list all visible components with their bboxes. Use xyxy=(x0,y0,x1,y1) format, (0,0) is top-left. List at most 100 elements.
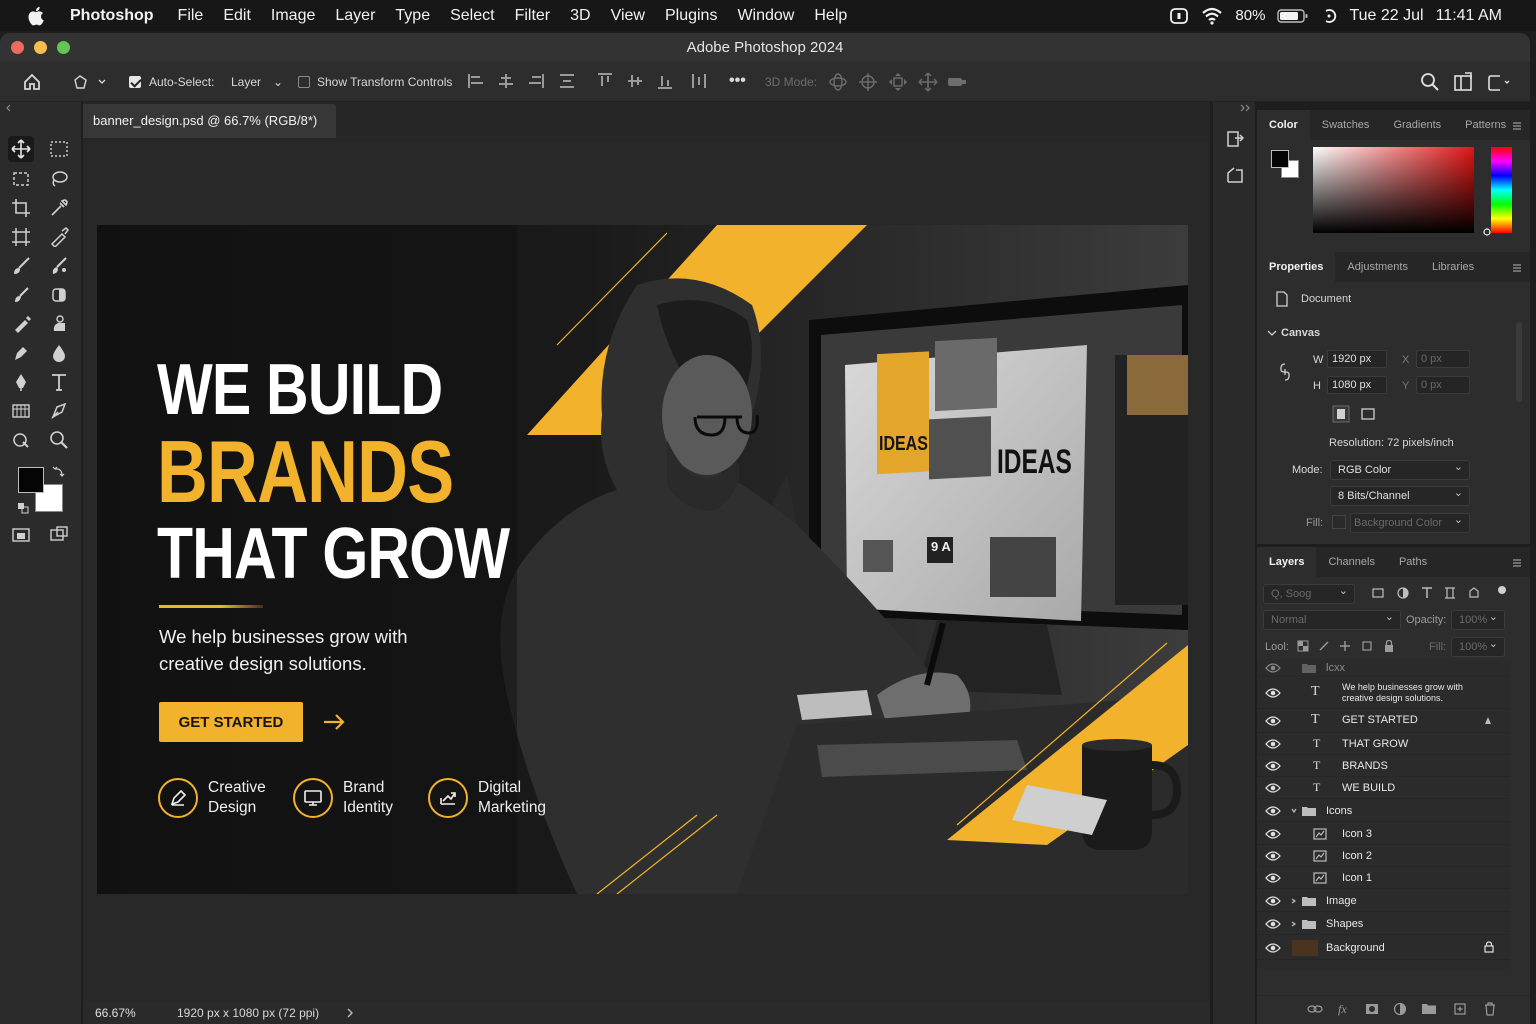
opacity-field[interactable]: 100% xyxy=(1451,608,1505,630)
menubar-time[interactable]: 11:41 AM xyxy=(1436,7,1502,25)
lock-artboard-icon[interactable] xyxy=(1361,640,1373,652)
menu-3d[interactable]: 3D xyxy=(570,7,590,25)
layer-row-background[interactable]: Background xyxy=(1257,936,1510,960)
visibility-eye-icon[interactable] xyxy=(1265,942,1281,954)
auto-select-target-dropdown[interactable]: Layer ⌄ xyxy=(231,75,283,89)
default-colors-icon[interactable] xyxy=(17,502,29,514)
move-tool-preset-icon[interactable] xyxy=(72,72,106,92)
layer-row-icons-group[interactable]: Icons xyxy=(1257,800,1510,822)
visibility-eye-icon[interactable] xyxy=(1265,805,1281,817)
menubar-date[interactable]: Tue 22 Jul xyxy=(1349,7,1423,25)
artboard-tool[interactable] xyxy=(46,136,72,162)
chevron-right-icon[interactable] xyxy=(345,1007,355,1019)
tab-properties[interactable]: Properties xyxy=(1257,252,1336,282)
home-icon[interactable] xyxy=(22,72,42,92)
chevron-down-icon[interactable] xyxy=(1267,329,1277,337)
lock-position-icon[interactable] xyxy=(1339,640,1351,652)
visibility-eye-icon[interactable] xyxy=(1265,782,1281,794)
height-field[interactable]: 1080 px xyxy=(1327,376,1387,394)
layer-row-that-grow[interactable]: T THAT GROW xyxy=(1257,733,1510,755)
menu-type[interactable]: Type xyxy=(395,7,430,25)
menu-edit[interactable]: Edit xyxy=(223,7,251,25)
visibility-eye-icon[interactable] xyxy=(1265,738,1281,750)
layer-row-faded-group[interactable]: lcxx xyxy=(1257,659,1510,677)
frame-tool[interactable] xyxy=(8,224,34,250)
menu-help[interactable]: Help xyxy=(814,7,847,25)
3d-scale-icon[interactable] xyxy=(946,72,968,92)
marquee-tool[interactable] xyxy=(8,166,34,192)
healing-tool[interactable] xyxy=(46,224,72,250)
canvas-viewport[interactable]: IDEAS IDEAS 9 A WE BUILD BRANDS THAT GRO… xyxy=(83,142,1210,1002)
layer-row-shapes-group[interactable]: Shapes xyxy=(1257,913,1510,935)
type-tool[interactable] xyxy=(46,369,72,395)
align-left-edges-icon[interactable] xyxy=(467,72,485,90)
pen-tool[interactable] xyxy=(8,369,34,395)
vertical-scrollbar-track[interactable] xyxy=(1192,142,1210,1002)
hue-slider[interactable] xyxy=(1491,147,1512,233)
color-picker-field[interactable] xyxy=(1313,147,1474,233)
tab-color[interactable]: Color xyxy=(1257,110,1310,140)
chevron-right-icon[interactable] xyxy=(1290,920,1298,928)
tab-adjustments[interactable]: Adjustments xyxy=(1335,252,1420,282)
path-selection-tool[interactable] xyxy=(8,398,34,424)
visibility-eye-icon[interactable] xyxy=(1265,872,1281,884)
filter-pixel-icon[interactable] xyxy=(1371,586,1385,600)
bit-depth-select[interactable]: 8 Bits/Channel xyxy=(1330,484,1470,506)
menu-view[interactable]: View xyxy=(611,7,645,25)
chevron-right-icon[interactable] xyxy=(1290,897,1298,905)
lock-transparent-icon[interactable] xyxy=(1297,640,1309,652)
tab-channels[interactable]: Channels xyxy=(1316,547,1386,577)
tab-gradients[interactable]: Gradients xyxy=(1381,110,1453,140)
width-field[interactable]: 1920 px xyxy=(1327,350,1387,368)
fill-select[interactable]: Background Color xyxy=(1350,511,1470,533)
blur-tool[interactable] xyxy=(46,340,72,366)
new-layer-icon[interactable] xyxy=(1453,1002,1467,1016)
menu-filter[interactable]: Filter xyxy=(515,7,551,25)
screen-record-icon[interactable] xyxy=(1169,6,1189,26)
visibility-eye-icon[interactable] xyxy=(1265,760,1281,772)
3d-slide-icon[interactable] xyxy=(918,72,938,92)
layer-row-icon-3[interactable]: Icon 3 xyxy=(1257,823,1510,845)
wifi-icon[interactable] xyxy=(1201,7,1223,25)
apple-logo-icon[interactable] xyxy=(26,5,48,27)
y-field[interactable]: 0 px xyxy=(1416,376,1470,394)
layer-row-we-build[interactable]: T WE BUILD xyxy=(1257,777,1510,799)
distribute-vertical-icon[interactable] xyxy=(558,72,576,90)
menu-layer[interactable]: Layer xyxy=(335,7,375,25)
zoom-window-button[interactable] xyxy=(57,41,70,54)
mixer-brush-tool[interactable] xyxy=(46,253,72,279)
minimize-window-button[interactable] xyxy=(34,41,47,54)
tab-libraries[interactable]: Libraries xyxy=(1420,252,1486,282)
layer-row-icon-1[interactable]: Icon 1 xyxy=(1257,867,1510,889)
auto-select-checkbox[interactable] xyxy=(129,76,141,88)
menu-app-name[interactable]: Photoshop xyxy=(70,7,154,25)
color-mode-select[interactable]: RGB Color xyxy=(1330,458,1470,480)
x-field[interactable]: 0 px xyxy=(1416,350,1470,368)
zoom-level[interactable]: 66.67% xyxy=(95,1006,136,1020)
align-right-edges-icon[interactable] xyxy=(527,72,545,90)
visibility-eye-icon[interactable] xyxy=(1265,687,1281,699)
lock-icon[interactable] xyxy=(1484,941,1494,953)
link-dimensions-icon[interactable] xyxy=(1279,363,1291,381)
delete-layer-icon[interactable] xyxy=(1483,1001,1497,1017)
panel-menu-icon[interactable] xyxy=(1512,263,1522,273)
lasso-tool[interactable] xyxy=(46,166,72,192)
search-icon[interactable] xyxy=(1420,72,1440,92)
more-options-button[interactable]: ••• xyxy=(729,72,746,90)
layer-row-icon-2[interactable]: Icon 2 xyxy=(1257,845,1510,867)
canvas-section-label[interactable]: Canvas xyxy=(1281,327,1320,339)
align-horizontal-centers-icon[interactable] xyxy=(497,72,515,90)
layer-effects-icon[interactable] xyxy=(1484,716,1492,726)
panel-menu-icon[interactable] xyxy=(1512,121,1522,131)
panel-menu-icon[interactable] xyxy=(1512,558,1522,568)
align-top-edges-icon[interactable] xyxy=(596,72,614,90)
visibility-eye-icon[interactable] xyxy=(1265,918,1281,930)
gradient-tool[interactable] xyxy=(8,340,34,366)
filter-adjustment-icon[interactable] xyxy=(1396,586,1410,600)
banner-artboard[interactable]: IDEAS IDEAS 9 A WE BUILD BRANDS THAT GRO… xyxy=(97,225,1188,894)
align-bottom-edges-icon[interactable] xyxy=(656,72,674,90)
landscape-orientation-icon[interactable] xyxy=(1358,404,1378,424)
clone-stamp-tool[interactable] xyxy=(8,282,34,308)
zoom-tool[interactable] xyxy=(46,427,72,453)
3d-orbit-icon[interactable] xyxy=(828,72,848,92)
